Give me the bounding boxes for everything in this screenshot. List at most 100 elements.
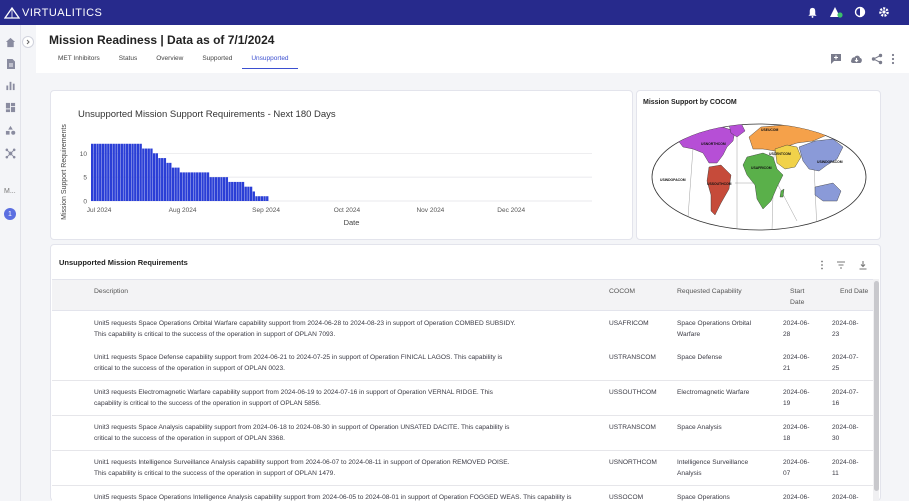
alert-user-icon[interactable] bbox=[829, 5, 843, 19]
chart-bar[interactable] bbox=[187, 172, 191, 201]
chart-bar[interactable] bbox=[104, 143, 107, 201]
chart-bar[interactable] bbox=[201, 172, 204, 201]
chart-bar[interactable] bbox=[136, 143, 140, 201]
column-header-capability[interactable]: Requested Capability bbox=[677, 286, 742, 297]
chart-bar[interactable] bbox=[155, 153, 158, 201]
chart-bar[interactable] bbox=[144, 148, 148, 201]
table-row[interactable]: Unit1 requests Intelligence Surveillance… bbox=[52, 451, 874, 486]
chart-bar[interactable] bbox=[228, 181, 231, 201]
chart-bar[interactable] bbox=[171, 167, 175, 201]
chart-bar[interactable] bbox=[139, 143, 142, 201]
table-row[interactable]: Unit5 requests Space Operations Intellig… bbox=[52, 486, 874, 501]
column-header-description[interactable]: Description bbox=[94, 286, 128, 297]
chart-bar[interactable] bbox=[204, 172, 207, 201]
sidebar-count-badge[interactable]: 1 bbox=[4, 208, 16, 220]
tab-overview[interactable]: Overview bbox=[147, 55, 192, 69]
chart-bar[interactable] bbox=[179, 172, 183, 201]
chart-bar[interactable] bbox=[222, 177, 226, 201]
home-icon[interactable] bbox=[4, 36, 17, 49]
chart-bar[interactable] bbox=[147, 148, 150, 201]
brand-logo[interactable]: VIRTUALITICS bbox=[4, 6, 102, 19]
chart-bar[interactable] bbox=[212, 177, 215, 201]
chart-bar[interactable] bbox=[131, 143, 134, 201]
chart-bar[interactable] bbox=[109, 143, 113, 201]
chart-bar[interactable] bbox=[190, 172, 194, 201]
column-header-end-date[interactable]: End Date bbox=[840, 286, 870, 297]
chart-bar[interactable] bbox=[209, 177, 212, 201]
chart-bar[interactable] bbox=[158, 158, 161, 201]
chart-bar[interactable] bbox=[91, 143, 94, 201]
chart-bar[interactable] bbox=[236, 181, 239, 201]
chart-bar[interactable] bbox=[120, 143, 123, 201]
chart-bar[interactable] bbox=[169, 162, 172, 201]
chart-bar[interactable] bbox=[112, 143, 115, 201]
chart-bar[interactable] bbox=[99, 143, 102, 201]
shapes-icon[interactable] bbox=[4, 124, 17, 137]
chart-bar[interactable] bbox=[185, 172, 188, 201]
table-row[interactable]: Unit3 requests Space Analysis capability… bbox=[52, 416, 874, 451]
chart-bar[interactable] bbox=[115, 143, 118, 201]
chart-bar[interactable] bbox=[161, 158, 164, 201]
cloud-download-icon[interactable] bbox=[850, 52, 863, 70]
chart-bar[interactable] bbox=[152, 153, 156, 201]
table-scrollbar[interactable] bbox=[873, 279, 879, 501]
chart-bar[interactable] bbox=[255, 196, 258, 201]
sidebar-label[interactable]: M... bbox=[4, 188, 16, 195]
chart-bar[interactable] bbox=[266, 196, 269, 201]
table-scroll-thumb[interactable] bbox=[874, 281, 879, 491]
chart-bar[interactable] bbox=[126, 143, 129, 201]
more-vertical-icon[interactable] bbox=[891, 52, 895, 70]
chart-bar[interactable] bbox=[134, 143, 137, 201]
chart-bar[interactable] bbox=[225, 177, 229, 201]
unsupported-requirements-bar-chart[interactable]: 0 5 10 Jul 2024 Aug 2024 Sep 2024 Oct 2024 Nov … bbox=[51, 91, 634, 241]
chart-bar[interactable] bbox=[241, 181, 245, 201]
chart-bar[interactable] bbox=[214, 177, 218, 201]
filter-icon[interactable] bbox=[836, 257, 846, 275]
network-icon[interactable] bbox=[4, 147, 17, 160]
chart-bar[interactable] bbox=[220, 177, 223, 201]
chart-bar[interactable] bbox=[123, 143, 126, 201]
tab-met-inhibitors[interactable]: MET Inhibitors bbox=[49, 55, 109, 69]
tab-unsupported[interactable]: Unsupported bbox=[242, 55, 298, 69]
share-icon[interactable] bbox=[871, 52, 883, 70]
theme-toggle-icon[interactable] bbox=[853, 5, 867, 19]
chart-bar[interactable] bbox=[182, 172, 185, 201]
chart-bar[interactable] bbox=[217, 177, 220, 201]
chart-bar[interactable] bbox=[263, 196, 266, 201]
chart-bar[interactable] bbox=[163, 158, 167, 201]
chart-bar[interactable] bbox=[128, 143, 132, 201]
bell-icon[interactable] bbox=[805, 5, 819, 19]
chart-bar[interactable] bbox=[117, 143, 121, 201]
cocom-world-map[interactable]: USINDOPACOM USNORTHCOM USSOUTHCOM USEUCO… bbox=[637, 91, 882, 241]
tab-supported[interactable]: Supported bbox=[193, 55, 241, 69]
dashboard-icon[interactable] bbox=[4, 101, 17, 114]
table-row[interactable]: Unit5 requests Space Operations Orbital … bbox=[52, 312, 874, 347]
chart-bar[interactable] bbox=[198, 172, 202, 201]
column-header-cocom[interactable]: COCOM bbox=[609, 286, 635, 297]
download-icon[interactable] bbox=[858, 257, 868, 275]
more-vertical-icon[interactable] bbox=[820, 257, 824, 275]
chart-bar[interactable] bbox=[206, 172, 210, 201]
chart-bar[interactable] bbox=[260, 196, 264, 201]
chart-bar[interactable] bbox=[93, 143, 97, 201]
chart-bar[interactable] bbox=[233, 181, 237, 201]
chart-bar[interactable] bbox=[252, 191, 255, 201]
chart-bar[interactable] bbox=[142, 148, 145, 201]
chart-bar[interactable] bbox=[107, 143, 110, 201]
bar-chart-icon[interactable] bbox=[4, 79, 17, 92]
chart-bar[interactable] bbox=[150, 148, 153, 201]
chart-bar[interactable] bbox=[196, 172, 199, 201]
sidebar-toggle-button[interactable] bbox=[22, 36, 34, 48]
chart-bar[interactable] bbox=[96, 143, 99, 201]
chart-bar[interactable] bbox=[231, 181, 234, 201]
chart-bar[interactable] bbox=[166, 162, 169, 201]
chart-bar[interactable] bbox=[101, 143, 105, 201]
table-row[interactable]: Unit3 requests Electromagnetic Warfare c… bbox=[52, 381, 874, 416]
chart-bar[interactable] bbox=[174, 167, 177, 201]
chart-bar[interactable] bbox=[193, 172, 196, 201]
chart-bar[interactable] bbox=[177, 167, 180, 201]
table-row[interactable]: Unit1 requests Space Defense capability … bbox=[52, 346, 874, 381]
chart-bar[interactable] bbox=[249, 186, 253, 201]
add-comment-icon[interactable] bbox=[830, 52, 842, 70]
document-icon[interactable] bbox=[4, 57, 17, 70]
